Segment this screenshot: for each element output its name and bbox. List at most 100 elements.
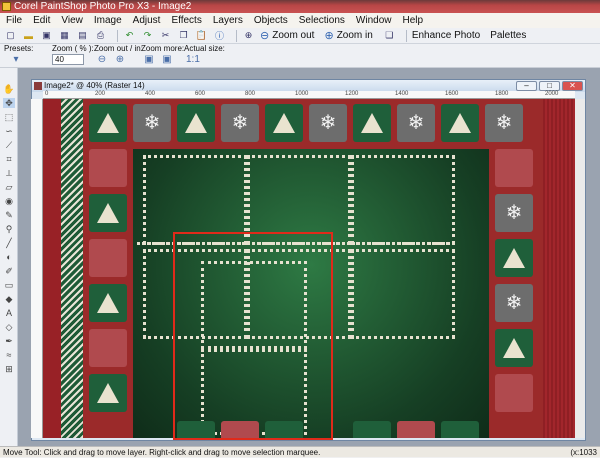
snowflake-tile: ❄ [309, 104, 347, 142]
menu-adjust[interactable]: Adjust [133, 15, 161, 26]
christmas-tree-icon [503, 248, 525, 268]
enhance-photo-button[interactable]: Enhance Photo [412, 30, 480, 41]
zoom-label: Zoom ( % ): [52, 44, 94, 53]
eraser-tool-icon[interactable]: ▭ [3, 280, 15, 290]
tree-tile [495, 239, 533, 277]
perspective-tool-icon[interactable]: ▱ [3, 182, 15, 192]
scan-icon[interactable]: ▤ [76, 30, 89, 42]
clone-brush-icon[interactable]: ⚲ [3, 224, 15, 234]
flood-fill-icon[interactable]: ◆ [3, 294, 15, 304]
paste-icon[interactable]: 📋 [195, 30, 208, 42]
red-tile [495, 374, 533, 412]
preset-shape-icon[interactable]: ◇ [3, 322, 15, 332]
red-eye-tool-icon[interactable]: ◉ [3, 196, 15, 206]
pan-tool-icon[interactable]: ✋ [3, 84, 15, 94]
open-folder-icon[interactable]: ▬ [22, 30, 35, 42]
ruler-label: 600 [195, 91, 206, 97]
freehand-selection-icon[interactable]: ∽ [3, 126, 15, 136]
new-file-icon[interactable]: ▢ [4, 30, 17, 42]
snowflake-icon: ❄ [495, 112, 513, 134]
copy-icon[interactable]: ❐ [177, 30, 190, 42]
zoom-out-icon[interactable]: ⊖ [96, 54, 108, 66]
makeover-tool-icon[interactable]: ✎ [3, 210, 15, 220]
menu-selections[interactable]: Selections [299, 15, 345, 26]
straighten-tool-icon[interactable]: ⟂ [3, 168, 15, 178]
image-window-title: Image2* @ 40% (Raster 14) [44, 81, 145, 90]
info-icon[interactable]: ⓘ [213, 30, 226, 42]
standard-toolbar: ▢ ▬ ▣ ▦ ▤ ⎙ ↶ ↷ ✂ ❐ 📋 ⓘ ⊕ ⊖ Zoom out ⊕ Zoo… [0, 28, 600, 44]
tree-tile [89, 284, 127, 322]
ruler-label: 1200 [345, 91, 359, 97]
actual-size-icon[interactable]: 1:1 [186, 54, 200, 66]
menu-image[interactable]: Image [94, 15, 122, 26]
vertical-scrollbar[interactable] [575, 99, 585, 438]
move-tool-icon[interactable]: ✥ [3, 98, 15, 108]
menu-objects[interactable]: Objects [254, 15, 288, 26]
zoom-input[interactable]: 40 [52, 54, 84, 65]
window-title: Corel PaintShop Photo Pro X3 - Image2 [14, 1, 192, 12]
zoom-more-in-icon[interactable]: ▣ [161, 54, 173, 66]
save-icon[interactable]: ▣ [40, 30, 53, 42]
snowflake-icon: ❄ [319, 112, 337, 134]
menu-effects[interactable]: Effects [171, 15, 201, 26]
fit-icon[interactable]: ⊕ [242, 30, 255, 42]
ruler-label: 800 [245, 91, 256, 97]
undo-icon[interactable]: ↶ [123, 30, 136, 42]
browse-icon[interactable]: ▦ [58, 30, 71, 42]
redo-icon[interactable]: ↷ [141, 30, 154, 42]
selection-tool-icon[interactable]: ⬚ [3, 112, 15, 122]
menu-file[interactable]: File [6, 15, 22, 26]
menu-layers[interactable]: Layers [213, 15, 243, 26]
zoom-more-out-icon[interactable]: ▣ [143, 54, 155, 66]
close-icon[interactable]: ✕ [562, 81, 583, 91]
presets-label: Presets: [4, 44, 34, 53]
cut-icon[interactable]: ✂ [159, 30, 172, 42]
horizontal-ruler: 0 200 400 600 800 1000 1200 1400 1600 18… [43, 91, 575, 99]
mesh-warp-icon[interactable]: ⊞ [3, 364, 15, 374]
dodge-tool-icon[interactable]: ◐ [3, 252, 15, 262]
ruler-label: 1000 [295, 91, 309, 97]
menu-window[interactable]: Window [356, 15, 392, 26]
zoom-in-button[interactable]: ⊕ Zoom in [324, 29, 372, 42]
red-border-strip [43, 99, 61, 438]
dropper-tool-icon[interactable]: ⟋ [3, 140, 15, 150]
toolbar-separator [405, 29, 407, 42]
christmas-tree-icon [503, 338, 525, 358]
christmas-tree-icon [97, 203, 119, 223]
warp-brush-icon[interactable]: ≈ [3, 350, 15, 360]
menu-view[interactable]: View [61, 15, 83, 26]
menu-edit[interactable]: Edit [33, 15, 50, 26]
menu-help[interactable]: Help [402, 15, 423, 26]
status-bar: Move Tool: Click and drag to move layer.… [0, 446, 600, 457]
pen-tool-icon[interactable]: ✒ [3, 336, 15, 346]
christmas-tree-icon [97, 383, 119, 403]
zoom-outin-label: Zoom out / in: [94, 44, 143, 53]
print-icon[interactable]: ⎙ [94, 30, 107, 42]
snowflake-tile: ❄ [495, 194, 533, 232]
tree-tile [89, 194, 127, 232]
text-tool-icon[interactable]: A [3, 308, 15, 318]
crop-tool-icon[interactable]: ⌗ [3, 154, 15, 164]
windows-icon[interactable]: ❏ [383, 30, 396, 42]
paint-brush-icon[interactable]: ✐ [3, 266, 15, 276]
zoom-out-button[interactable]: ⊖ Zoom out [260, 29, 314, 42]
menu-bar: File Edit View Image Adjust Effects Laye… [0, 13, 600, 28]
image-thumbnail-icon [34, 82, 42, 90]
actual-size-label: Actual size: [184, 44, 225, 53]
scratch-remover-icon[interactable]: ╱ [3, 238, 15, 248]
photo-frame [351, 249, 455, 339]
tree-tile [89, 374, 127, 412]
minimize-icon[interactable]: – [516, 81, 537, 91]
zoom-in-icon[interactable]: ⊕ [114, 54, 126, 66]
presets-dropdown-icon[interactable]: ▾ [10, 54, 22, 66]
snowflake-icon: ❄ [231, 112, 249, 134]
palettes-button[interactable]: Palettes [490, 30, 526, 41]
ruler-label: 1600 [445, 91, 459, 97]
christmas-tree-icon [97, 113, 119, 133]
cursor-coordinates: (x:1033 [570, 448, 597, 457]
selection-highlight-box [173, 232, 333, 440]
maximize-icon[interactable]: □ [539, 81, 560, 91]
app-icon [2, 2, 11, 11]
ruler-label: 1400 [395, 91, 409, 97]
toolbar-separator [236, 29, 237, 42]
